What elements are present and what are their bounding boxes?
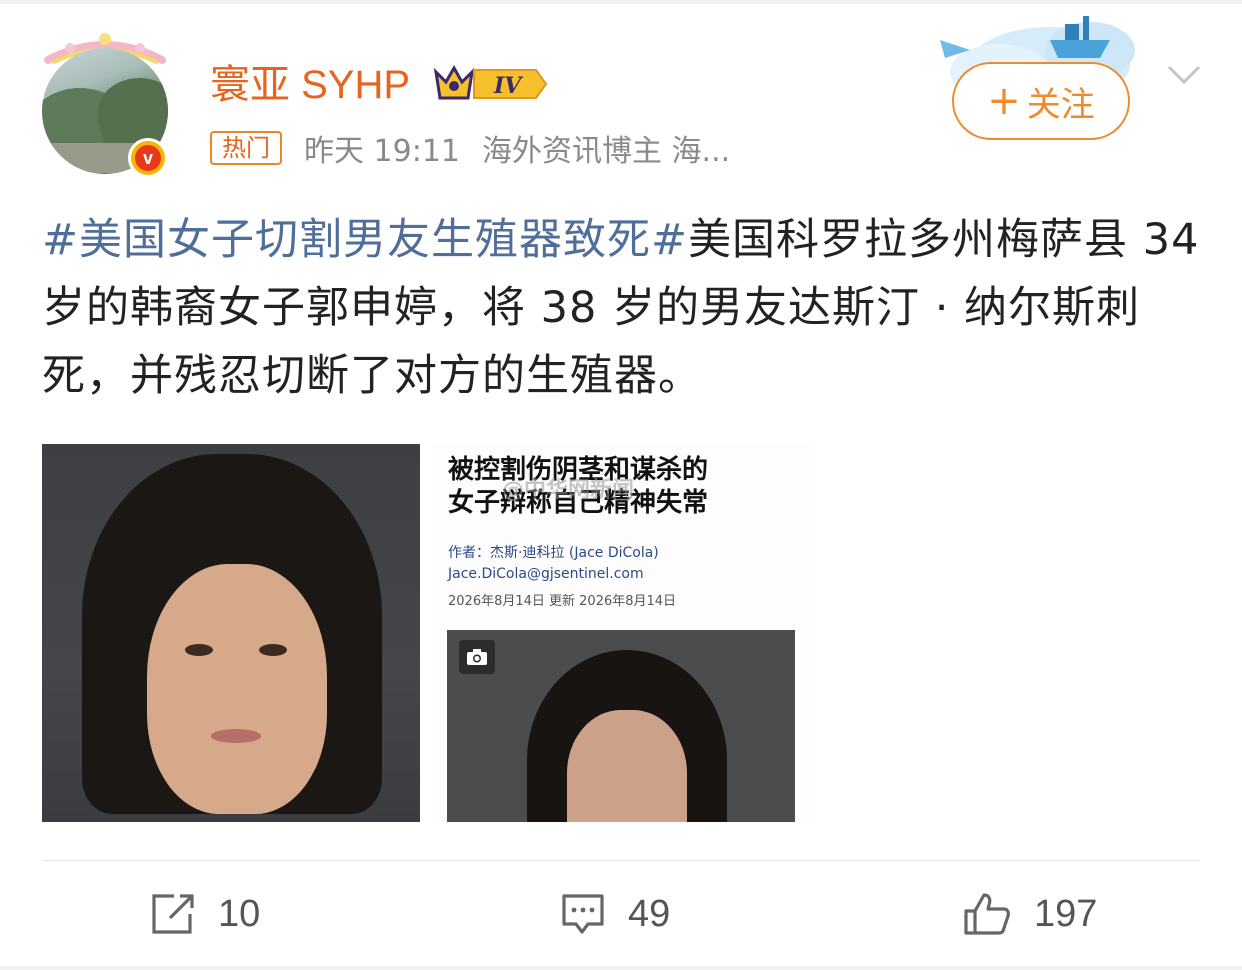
post-image-2[interactable]: 被控割伤阴茎和谋杀的 女子辩称自己精神失常 @中华网新闻 作者：杰斯·迪科拉 (… — [432, 444, 810, 822]
like-count: 197 — [1034, 892, 1098, 935]
top-border — [0, 0, 1242, 4]
article-author: 作者：杰斯·迪科拉 (Jace DiCola) — [448, 545, 659, 561]
share-button[interactable]: 10 — [150, 880, 260, 948]
verified-icon: v — [128, 138, 168, 178]
post-time: 昨天 19:11 — [304, 134, 460, 169]
share-count: 10 — [218, 892, 261, 935]
hot-tag[interactable]: 热门 — [210, 131, 282, 165]
divider — [42, 860, 1200, 861]
post-meta: 热门 昨天 19:11 海外资讯博主 海... — [210, 128, 731, 169]
article-photo — [447, 630, 795, 822]
bottom-border — [0, 966, 1242, 970]
username[interactable]: 寰亚 SYHP — [210, 60, 410, 110]
hashtag-link[interactable]: #美国女子切割男友生殖器致死# — [42, 215, 688, 265]
image-watermark: @中华网新闻 — [502, 478, 635, 503]
comment-button[interactable]: 49 — [560, 880, 670, 948]
plus-icon: + — [987, 78, 1021, 124]
user-avatar[interactable]: v — [40, 30, 180, 180]
post-content: #美国女子切割男友生殖器致死#美国科罗拉多州梅萨县 34 岁的韩裔女子郭申婷，将… — [42, 206, 1202, 410]
vip-level-badge-icon: IV — [433, 64, 548, 100]
follow-label: 关注 — [1026, 84, 1095, 125]
camera-icon — [459, 640, 495, 674]
comment-count: 49 — [628, 892, 671, 935]
post-image-1[interactable] — [42, 444, 420, 822]
follow-button[interactable]: + 关注 — [952, 62, 1130, 140]
chevron-down-icon[interactable] — [1166, 62, 1202, 88]
level-text: IV — [493, 73, 523, 99]
comment-icon — [562, 894, 604, 934]
article-email: Jace.DiCola@gjsentinel.com — [448, 566, 644, 582]
like-button[interactable]: 197 — [962, 880, 1097, 948]
share-icon — [152, 894, 194, 934]
user-description: 海外资讯博主 海... — [482, 134, 731, 169]
thumbs-up-icon — [964, 893, 1010, 935]
article-date: 2026年8月14日 更新 2026年8月14日 — [448, 594, 677, 609]
